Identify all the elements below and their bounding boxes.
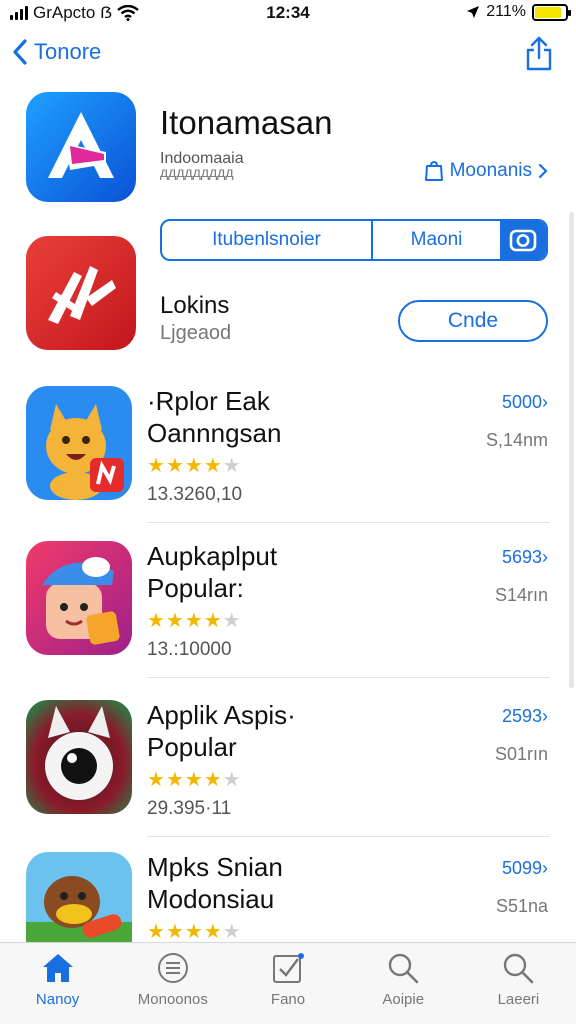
- star-rating: ★ ★ ★ ★ ★: [147, 456, 241, 476]
- camera-icon: [509, 229, 537, 252]
- star-icon: ★: [222, 455, 241, 477]
- star-icon: ★: [203, 455, 222, 477]
- price-label[interactable]: 2593›: [502, 706, 548, 727]
- featured-app-subtitle-secondary: ддддддддд: [160, 164, 234, 180]
- rating-count: 13.3260,10: [147, 484, 243, 505]
- star-rating: ★ ★ ★ ★ ★: [147, 922, 241, 942]
- divider: [147, 522, 550, 523]
- featured-app-title: Itonamasan: [160, 104, 333, 141]
- more-link-label: Moonanis: [449, 160, 532, 181]
- scrollbar[interactable]: [569, 212, 574, 688]
- share-button[interactable]: [524, 36, 554, 77]
- price-label[interactable]: 5099›: [502, 858, 548, 879]
- back-button[interactable]: Tonore: [12, 38, 101, 66]
- tab-laeeri[interactable]: Laeeri: [461, 943, 576, 1024]
- tab-label: Aoipie: [382, 991, 425, 1008]
- battery-percent: 211%: [486, 3, 526, 20]
- rating-count: 13.:10000: [147, 639, 232, 660]
- segmented-control: Itubenlsnoier Maoni: [160, 219, 548, 261]
- chevron-left-icon: [13, 39, 27, 65]
- share-icon: [526, 36, 552, 71]
- featured-app-icon[interactable]: [26, 92, 136, 202]
- nav-bar: Tonore: [0, 34, 576, 80]
- tab-label: Laeeri: [497, 991, 540, 1008]
- app-category: Popular:: [147, 573, 244, 603]
- checkbox-icon: [273, 953, 304, 983]
- bag-icon: [424, 160, 443, 181]
- list-item[interactable]: Applik Aspis· Popular ★ ★ ★ ★ ★ 29.395·11 25…: [0, 700, 576, 856]
- star-icon: ★: [147, 769, 165, 791]
- rating-count: 29.395·11: [147, 798, 232, 819]
- tab-label: Fano: [270, 991, 306, 1008]
- battery-level: [535, 6, 561, 18]
- app-name: Mpks Snian: [147, 852, 283, 882]
- star-rating: ★ ★ ★ ★ ★: [147, 611, 241, 631]
- size-label: S,14nm: [485, 430, 548, 450]
- tab-bar: Nanoy Monoonos Fano Aoipie Laeeri: [0, 942, 576, 1024]
- app-name: Applik Aspis·: [147, 700, 296, 730]
- app-category: Modonsiau: [147, 884, 275, 914]
- battery-icon: [532, 3, 571, 21]
- star-icon: ★: [184, 921, 203, 943]
- list-item[interactable]: Aupkaplput Popular: ★ ★ ★ ★ ★ 13.:10000 5693…: [0, 541, 576, 697]
- tab-monoonos[interactable]: Monoonos: [115, 943, 230, 1024]
- star-icon: ★: [165, 610, 184, 632]
- tab-label: Nanoy: [35, 991, 80, 1008]
- star-icon: ★: [147, 455, 165, 477]
- size-label: S01rın: [494, 744, 548, 764]
- status-right: 211%: [466, 3, 571, 21]
- second-app-title: Lokins: [160, 292, 230, 319]
- chevron-right-icon: [538, 163, 548, 179]
- list-icon: [157, 953, 188, 983]
- get-button[interactable]: Cnde: [398, 300, 548, 342]
- price-label[interactable]: 5693›: [502, 547, 548, 568]
- location-arrow-icon: [467, 6, 480, 18]
- star-icon: ★: [165, 769, 184, 791]
- star-icon: ★: [184, 455, 203, 477]
- star-icon: ★: [184, 610, 203, 632]
- star-icon: ★: [165, 455, 184, 477]
- status-bar: GrApcto ẞ 12:34 211%: [0, 0, 576, 30]
- tab-nanoy[interactable]: Nanoy: [0, 943, 115, 1024]
- star-icon: ★: [222, 769, 241, 791]
- star-icon: ★: [147, 921, 165, 943]
- star-icon: ★: [203, 769, 222, 791]
- star-icon: ★: [203, 610, 222, 632]
- app-category: Oannngsan: [147, 418, 282, 448]
- segment-right[interactable]: Maoni: [373, 221, 500, 259]
- size-label: S14rın: [494, 585, 548, 605]
- price-label[interactable]: 5000›: [502, 392, 548, 413]
- more-link[interactable]: Moonanis: [424, 160, 548, 182]
- app-icon: [26, 700, 132, 814]
- star-icon: ★: [165, 921, 184, 943]
- tab-aoipie[interactable]: Aoipie: [346, 943, 461, 1024]
- app-category: Popular: [147, 732, 237, 762]
- divider: [147, 836, 550, 837]
- star-icon: ★: [147, 610, 165, 632]
- second-app-subtitle: Ljgeaod: [160, 322, 232, 344]
- list-item[interactable]: ·Rplor Eak Oannngsan ★ ★ ★ ★ ★ 13.3260,10 50…: [0, 386, 576, 542]
- search-icon: [504, 953, 534, 984]
- star-icon: ★: [222, 610, 241, 632]
- home-icon: [42, 954, 73, 982]
- app-name: ·Rplor Eak: [147, 386, 270, 416]
- divider: [147, 677, 550, 678]
- size-label: S51na: [495, 896, 548, 916]
- segment-left[interactable]: Itubenlsnoier: [162, 221, 373, 259]
- app-name: Aupkaplput: [147, 541, 278, 571]
- back-label: Tonore: [34, 39, 102, 64]
- star-icon: ★: [203, 921, 222, 943]
- star-icon: ★: [222, 921, 241, 943]
- tab-label: Monoonos: [137, 991, 208, 1008]
- app-icon: [26, 386, 132, 500]
- search-icon: [389, 953, 419, 984]
- camera-button[interactable]: [500, 221, 546, 259]
- app-icon: [26, 541, 132, 655]
- star-rating: ★ ★ ★ ★ ★: [147, 770, 241, 790]
- star-icon: ★: [184, 769, 203, 791]
- tab-fano[interactable]: Fano: [230, 943, 345, 1024]
- second-app-icon[interactable]: [26, 236, 136, 350]
